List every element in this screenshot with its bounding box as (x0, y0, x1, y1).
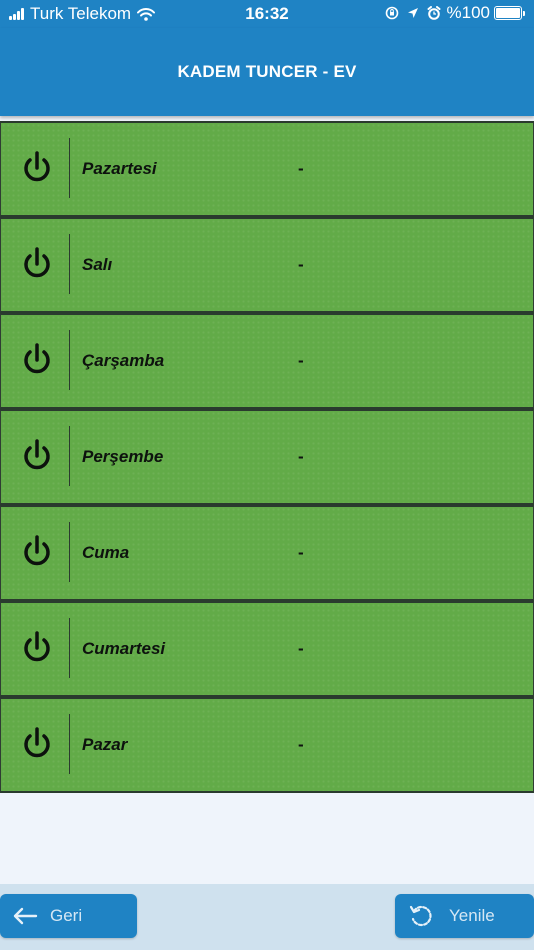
orientation-lock-icon (385, 6, 399, 20)
day-row-persembe[interactable]: Perşembe - (0, 409, 534, 505)
day-list: Pazartesi - Salı - Çarşamba - Perşembe -… (0, 121, 534, 793)
status-right: %100 (385, 3, 525, 23)
refresh-icon (409, 904, 433, 928)
row-divider (69, 330, 70, 390)
status-bar: Turk Telekom 16:32 %100 (0, 0, 534, 28)
refresh-button-label: Yenile (449, 906, 495, 925)
day-row-cumartesi[interactable]: Cumartesi - (0, 601, 534, 697)
power-icon[interactable] (19, 437, 55, 477)
day-label: Salı (82, 255, 113, 274)
day-row-pazartesi[interactable]: Pazartesi - (0, 121, 534, 217)
power-icon[interactable] (19, 341, 55, 381)
app-header: KADEM TUNCER - EV (0, 28, 534, 116)
day-label: Pazar (82, 735, 128, 754)
row-divider (69, 618, 70, 678)
arrow-left-icon (12, 907, 38, 925)
row-divider (69, 234, 70, 294)
alarm-icon (427, 6, 441, 20)
day-schedule-value: - (298, 639, 304, 658)
battery-icon (494, 6, 522, 20)
power-icon[interactable] (19, 533, 55, 573)
status-left: Turk Telekom (9, 4, 156, 24)
wifi-icon (137, 7, 156, 21)
carrier-name: Turk Telekom (30, 4, 132, 23)
power-icon[interactable] (19, 629, 55, 669)
day-label: Perşembe (82, 447, 164, 466)
day-label: Pazartesi (82, 159, 157, 178)
day-schedule-value: - (298, 447, 304, 466)
day-label: Cumartesi (82, 639, 166, 658)
row-divider (69, 522, 70, 582)
day-row-carsamba[interactable]: Çarşamba - (0, 313, 534, 409)
back-button-label: Geri (50, 906, 83, 925)
power-icon[interactable] (19, 725, 55, 765)
row-divider (69, 714, 70, 774)
signal-icon (9, 8, 25, 20)
row-divider (69, 426, 70, 486)
day-label: Çarşamba (82, 351, 165, 370)
refresh-button[interactable]: Yenile (395, 894, 534, 938)
day-row-cuma[interactable]: Cuma - (0, 505, 534, 601)
back-button[interactable]: Geri (0, 894, 137, 938)
day-label: Cuma (82, 543, 130, 562)
page-title: KADEM TUNCER - EV (177, 62, 357, 81)
day-schedule-value: - (298, 255, 304, 274)
day-row-sali[interactable]: Salı - (0, 217, 534, 313)
day-row-pazar[interactable]: Pazar - (0, 697, 534, 793)
power-icon[interactable] (19, 245, 55, 285)
battery-percent: %100 (446, 3, 490, 22)
row-divider (69, 138, 70, 198)
day-schedule-value: - (298, 735, 304, 754)
location-icon (407, 7, 419, 19)
day-schedule-value: - (298, 351, 304, 370)
day-schedule-value: - (298, 159, 304, 178)
bottom-toolbar: Geri Yenile (0, 884, 534, 950)
power-icon[interactable] (19, 149, 55, 189)
day-schedule-value: - (298, 543, 304, 562)
